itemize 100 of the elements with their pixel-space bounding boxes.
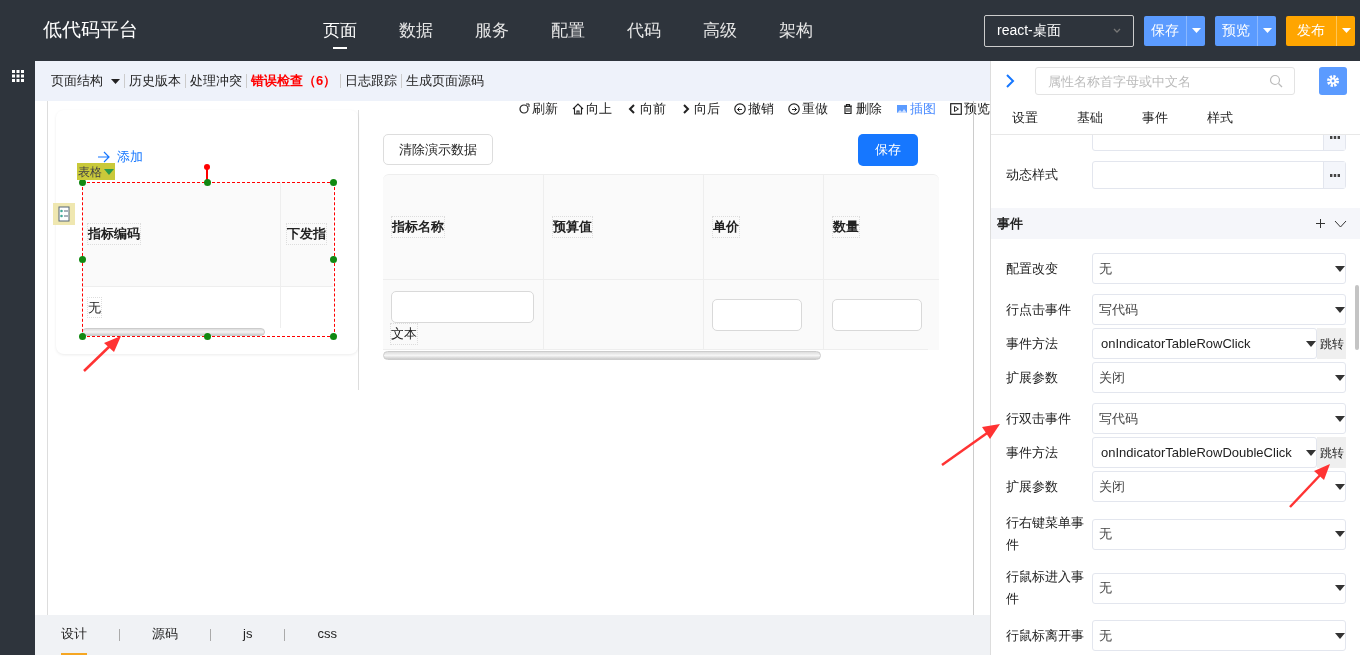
property-tab[interactable]: 样式 — [1207, 107, 1272, 128]
select-value: 写代码 — [1098, 300, 1139, 319]
resize-handle[interactable] — [79, 333, 86, 340]
caret-down-icon — [1335, 531, 1345, 537]
save-button[interactable]: 保存 — [858, 133, 918, 166]
resize-handle[interactable] — [204, 333, 211, 340]
toolbar-button[interactable]: 生成页面源码 — [406, 71, 485, 91]
resize-handle[interactable] — [330, 333, 337, 340]
select-field[interactable]: 关闭 — [1092, 362, 1346, 393]
select-field[interactable]: 无 — [1092, 572, 1346, 604]
caret-down-icon — [1262, 28, 1272, 33]
select-value: 无 — [1098, 525, 1113, 544]
annotation-arrow — [1289, 464, 1330, 508]
canvas-action[interactable]: 向上 — [572, 99, 612, 119]
play-box-icon — [950, 103, 962, 115]
grid-menu-icon[interactable] — [11, 70, 24, 82]
input-field[interactable] — [712, 298, 802, 331]
select-value: onIndicatorTableRowClick — [1100, 334, 1252, 353]
property-tab[interactable]: 基础 — [1077, 107, 1142, 128]
nav-tab[interactable]: 配置 — [530, 0, 606, 61]
scrollbar-thumb[interactable] — [1355, 285, 1359, 350]
arrow-right-icon — [97, 150, 111, 163]
select-field[interactable]: 关闭 — [1092, 471, 1346, 502]
settings-button[interactable] — [1319, 67, 1347, 95]
toolbar-button[interactable]: 历史版本 — [129, 71, 181, 91]
property-tab[interactable]: 事件 — [1142, 107, 1207, 128]
resize-handle[interactable] — [204, 179, 211, 186]
canvas-action[interactable]: 删除 — [842, 99, 882, 119]
property-tab[interactable]: 设置 — [1012, 107, 1077, 128]
select-field[interactable]: 无 — [1092, 620, 1346, 651]
clear-demo-data-button[interactable]: 清除演示数据 — [383, 134, 493, 165]
editor-tab[interactable]: css — [317, 615, 337, 655]
chevron-right-icon[interactable] — [1005, 73, 1015, 89]
caret-down-icon — [1335, 265, 1345, 272]
chevron-down-icon[interactable] — [1334, 219, 1347, 228]
field-label: 行点击事件 — [1006, 300, 1072, 319]
toolbar-button[interactable]: 页面结构 — [51, 71, 120, 91]
component-tag[interactable]: 表格 — [77, 163, 115, 180]
canvas-action[interactable]: 插图 — [896, 99, 936, 119]
nav-tab[interactable]: 代码 — [606, 0, 682, 61]
scrollbar-thumb[interactable] — [82, 328, 265, 336]
nav-tab[interactable]: 架构 — [758, 0, 834, 61]
annotation-arrow — [83, 336, 121, 372]
field-label: 事件方法 — [1006, 334, 1059, 353]
nav-tab[interactable]: 服务 — [454, 0, 530, 61]
dropdown-button[interactable] — [1336, 15, 1355, 46]
field-label: 扩展参数 — [1006, 477, 1059, 496]
caret-down-icon — [1306, 449, 1316, 456]
jump-button[interactable]: 跳转 — [1317, 437, 1346, 468]
select-field[interactable]: 无 — [1092, 253, 1346, 284]
resize-handle[interactable] — [79, 179, 86, 186]
select-value: 无 — [1098, 259, 1113, 278]
field-label: 行鼠标进入事件 — [1006, 568, 1085, 608]
scrollbar-thumb[interactable] — [383, 351, 821, 360]
canvas-action[interactable]: 向前 — [626, 99, 666, 119]
editor-tab[interactable]: 源码 — [152, 615, 178, 655]
canvas-action[interactable]: 预览 — [950, 99, 990, 119]
dropdown-button[interactable] — [1257, 15, 1276, 46]
search-icon — [1269, 74, 1283, 88]
canvas-action[interactable]: 重做 — [788, 99, 828, 119]
chevron-left-icon — [626, 103, 638, 115]
dropdown-button[interactable] — [1186, 15, 1205, 46]
toolbar-button[interactable]: 处理冲突 — [190, 71, 242, 91]
select-field[interactable]: 写代码 — [1092, 403, 1346, 434]
canvas-action[interactable]: 撤销 — [734, 99, 774, 119]
environment-select-value: react-桌面 — [997, 21, 1061, 40]
toolbar-button[interactable]: 日志跟踪 — [345, 71, 398, 91]
caret-down-icon — [1335, 415, 1345, 422]
section-header[interactable]: 事件 — [991, 208, 1360, 239]
select-field[interactable]: 写代码 — [1092, 294, 1346, 325]
toolbar-button[interactable]: 错误检查（6） — [251, 71, 337, 91]
nav-tab[interactable]: 数据 — [378, 0, 454, 61]
nav-tab[interactable]: 高级 — [682, 0, 758, 61]
select-value: 无 — [1098, 626, 1113, 645]
field-label: 事件方法 — [1006, 443, 1059, 462]
editor-tab[interactable]: 设计 — [61, 615, 87, 655]
input-field[interactable] — [391, 291, 534, 324]
jump-button[interactable]: 跳转 — [1317, 328, 1346, 359]
resize-handle[interactable] — [330, 256, 337, 263]
nav-tab[interactable]: 页面 — [302, 0, 378, 61]
settings-icon — [1326, 74, 1340, 88]
plus-icon[interactable] — [1316, 219, 1325, 228]
caret-down-icon — [104, 168, 114, 175]
search-field[interactable]: 属性名称首字母或中文名 — [1035, 67, 1295, 95]
input-field[interactable] — [1092, 161, 1346, 189]
field-label: 动态样式 — [1006, 166, 1059, 185]
select-field[interactable]: onIndicatorTableRowDoubleClick — [1092, 437, 1317, 468]
canvas-action[interactable]: 刷新 — [518, 99, 558, 119]
add-link[interactable]: 添加 — [117, 147, 143, 167]
caret-down-icon — [1335, 306, 1345, 313]
resize-handle[interactable] — [330, 179, 337, 186]
input-field[interactable] — [832, 298, 922, 331]
more-button[interactable] — [1323, 162, 1345, 188]
caret-down-icon — [1335, 632, 1345, 639]
environment-select[interactable]: react-桌面 — [984, 14, 1134, 47]
canvas-action[interactable]: 向后 — [680, 99, 720, 119]
resize-handle[interactable] — [79, 256, 86, 263]
editor-tab[interactable]: js — [243, 615, 253, 655]
select-field[interactable]: onIndicatorTableRowClick — [1092, 328, 1317, 359]
select-field[interactable]: 无 — [1092, 518, 1346, 550]
